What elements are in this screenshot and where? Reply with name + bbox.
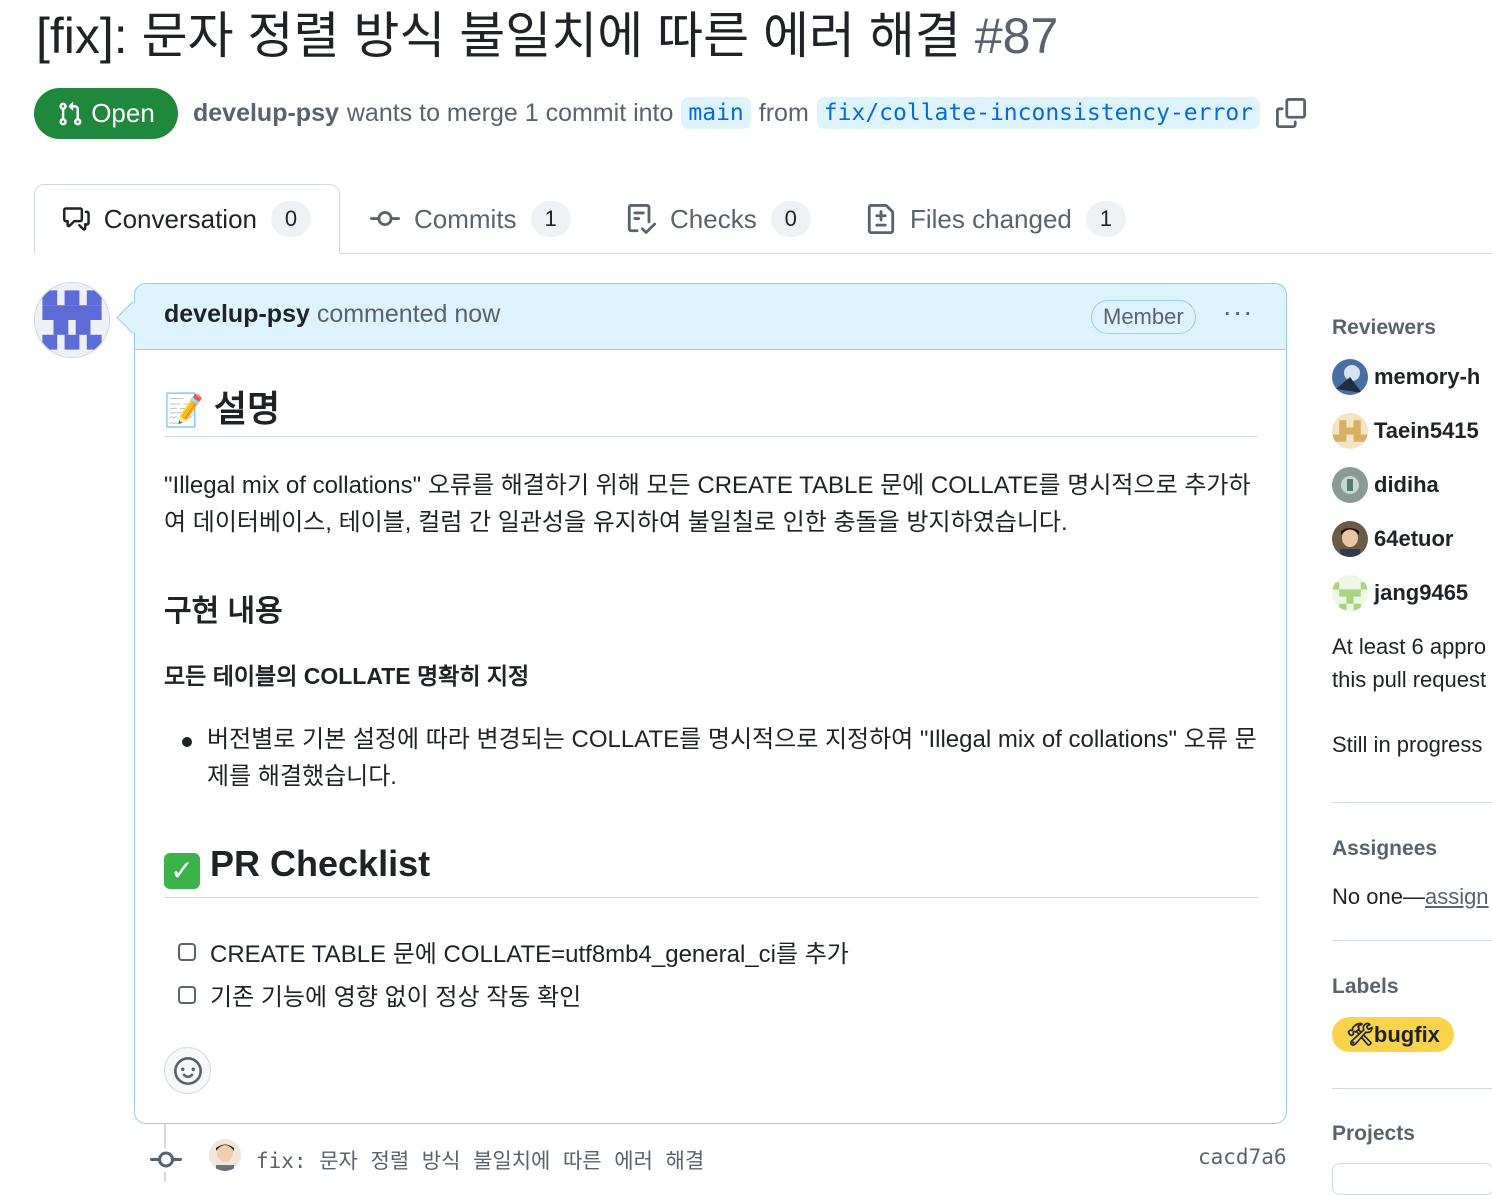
reviewer-item[interactable]: didiha (1332, 466, 1439, 504)
pr-number: #87 (974, 8, 1059, 64)
avatar (1332, 359, 1368, 395)
commit-author-avatar[interactable] (209, 1139, 241, 1171)
avatar (1332, 575, 1368, 611)
pr-title: [fix]: 문자 정렬 방식 불일치에 따른 에러 해결 #87 (36, 4, 1058, 68)
task-label: 기존 기능에 영향 없이 정상 작동 확인 (210, 984, 582, 1011)
pr-state-badge: Open (34, 88, 178, 139)
reviewer-name: Taein5415 (1374, 418, 1479, 443)
task-checkbox[interactable] (178, 942, 196, 961)
still-in-progress-text: Still in progress (1332, 732, 1483, 757)
sidebar-divider (1332, 1088, 1492, 1089)
commit-sha-link[interactable]: cacd7a6 (1198, 1145, 1287, 1169)
avatar (1332, 413, 1368, 449)
tab-checks-label: Checks (670, 203, 757, 234)
labels-heading[interactable]: Labels (1332, 975, 1399, 999)
task-label: CREATE TABLE 문에 COLLATE=utf8mb4_general_… (210, 941, 849, 968)
checklist-icon (627, 204, 656, 234)
comment-author-link[interactable]: develup-psy (164, 300, 310, 328)
sidebar-divider (1332, 940, 1492, 941)
reviewer-item[interactable]: 64etuor (1332, 520, 1453, 558)
reviewer-item[interactable]: memory-h (1332, 358, 1480, 396)
sidebar-divider (1332, 802, 1492, 803)
avatar (1332, 521, 1368, 557)
comment-meta: develup-psy commented now (164, 300, 500, 329)
tab-conversation[interactable]: Conversation 0 (34, 184, 340, 254)
tab-files-changed-label: Files changed (910, 203, 1072, 234)
heading-text: PR Checklist (210, 843, 431, 884)
reviewer-item[interactable]: jang9465 (1332, 574, 1468, 612)
task-list-item: 기존 기능에 영향 없이 정상 작동 확인 (178, 977, 581, 1012)
check-mark-emoji-icon: ✓ (164, 852, 200, 889)
merge-text: wants to merge 1 commit into (346, 98, 674, 127)
bullet-dot (182, 737, 192, 747)
smiley-icon (173, 1056, 202, 1085)
comment-heading-description: 📝 설명 (164, 380, 280, 432)
tab-commits-count: 1 (530, 201, 571, 237)
heading-collate: 모든 테이블의 COLLATE 명확히 지정 (164, 663, 530, 689)
comment-timestamp[interactable]: commented now (317, 300, 500, 328)
heading-implementation: 구현 내용 (164, 595, 283, 628)
add-reaction-button[interactable] (164, 1047, 211, 1094)
reviewer-name: jang9465 (1374, 580, 1469, 605)
avatar (1332, 467, 1368, 503)
label-bugfix[interactable]: 🛠bugfix (1332, 1017, 1454, 1052)
approval-requirement-line1: At least 6 appro (1332, 634, 1487, 659)
member-badge: Member (1091, 300, 1196, 334)
conversation-icon (63, 207, 90, 231)
from-text: from (758, 98, 809, 127)
reviewers-heading[interactable]: Reviewers (1332, 316, 1436, 340)
tab-checks-count: 0 (770, 201, 811, 237)
bullet-item: 버전별로 기본 설정에 따라 변경되는 COLLATE를 명시적으로 지정하여 … (207, 726, 1257, 790)
tab-files-changed[interactable]: Files changed 1 (866, 184, 1126, 254)
heading-divider (164, 436, 1258, 437)
pr-state-label: Open (91, 98, 155, 128)
assignees-heading[interactable]: Assignees (1332, 837, 1437, 861)
reviewer-item[interactable]: Taein5415 (1332, 412, 1479, 450)
assignees-value: No one—assign (1332, 884, 1489, 910)
pr-author-link[interactable]: develup-psy (193, 99, 339, 128)
merge-summary: develup-psy wants to merge 1 commit into… (193, 93, 1307, 133)
more-options-icon[interactable]: ··· (1220, 298, 1256, 334)
description-paragraph: "Illegal mix of collations" 오류를 해결하기 위해 … (164, 472, 1251, 536)
avatar[interactable] (34, 282, 110, 358)
task-checkbox[interactable] (178, 985, 196, 1004)
assignees-none-text: No one— (1332, 884, 1425, 909)
tab-commits-label: Commits (414, 203, 517, 234)
projects-heading[interactable]: Projects (1332, 1122, 1415, 1146)
heading-divider (164, 897, 1258, 898)
timeline-commit-icon (150, 1148, 182, 1172)
assign-yourself-link[interactable]: assign (1425, 884, 1489, 909)
commit-icon (370, 211, 400, 227)
base-branch[interactable]: main (681, 97, 751, 129)
pr-title-text: [fix]: 문자 정렬 방식 불일치에 따른 에러 해결 (36, 8, 961, 64)
reviewer-name: memory-h (1374, 364, 1481, 389)
identicon-icon (35, 283, 109, 357)
reviewer-name: didiha (1374, 472, 1439, 497)
git-pull-request-icon (59, 101, 82, 125)
approval-requirement-line2: this pull request (1332, 667, 1487, 692)
memo-emoji-icon: 📝 (164, 392, 204, 428)
projects-box[interactable] (1332, 1163, 1492, 1195)
heading-text: 설명 (213, 388, 281, 429)
task-list-item: CREATE TABLE 문에 COLLATE=utf8mb4_general_… (178, 934, 849, 969)
comment-heading-checklist: ✓ PR Checklist (164, 843, 430, 889)
tab-commits[interactable]: Commits 1 (370, 184, 571, 254)
commit-message-link[interactable]: fix: 문자 정렬 방식 불일치에 따른 에러 해결 (256, 1145, 704, 1175)
head-branch[interactable]: fix/collate-inconsistency-error (816, 97, 1261, 129)
tab-conversation-label: Conversation (103, 203, 257, 234)
tab-files-changed-count: 1 (1085, 201, 1126, 237)
file-diff-icon (867, 204, 895, 234)
tab-conversation-count: 0 (271, 201, 311, 237)
reviewer-name: 64etuor (1374, 526, 1454, 551)
copy-icon[interactable] (1276, 98, 1307, 128)
tab-checks[interactable]: Checks 0 (626, 184, 811, 254)
